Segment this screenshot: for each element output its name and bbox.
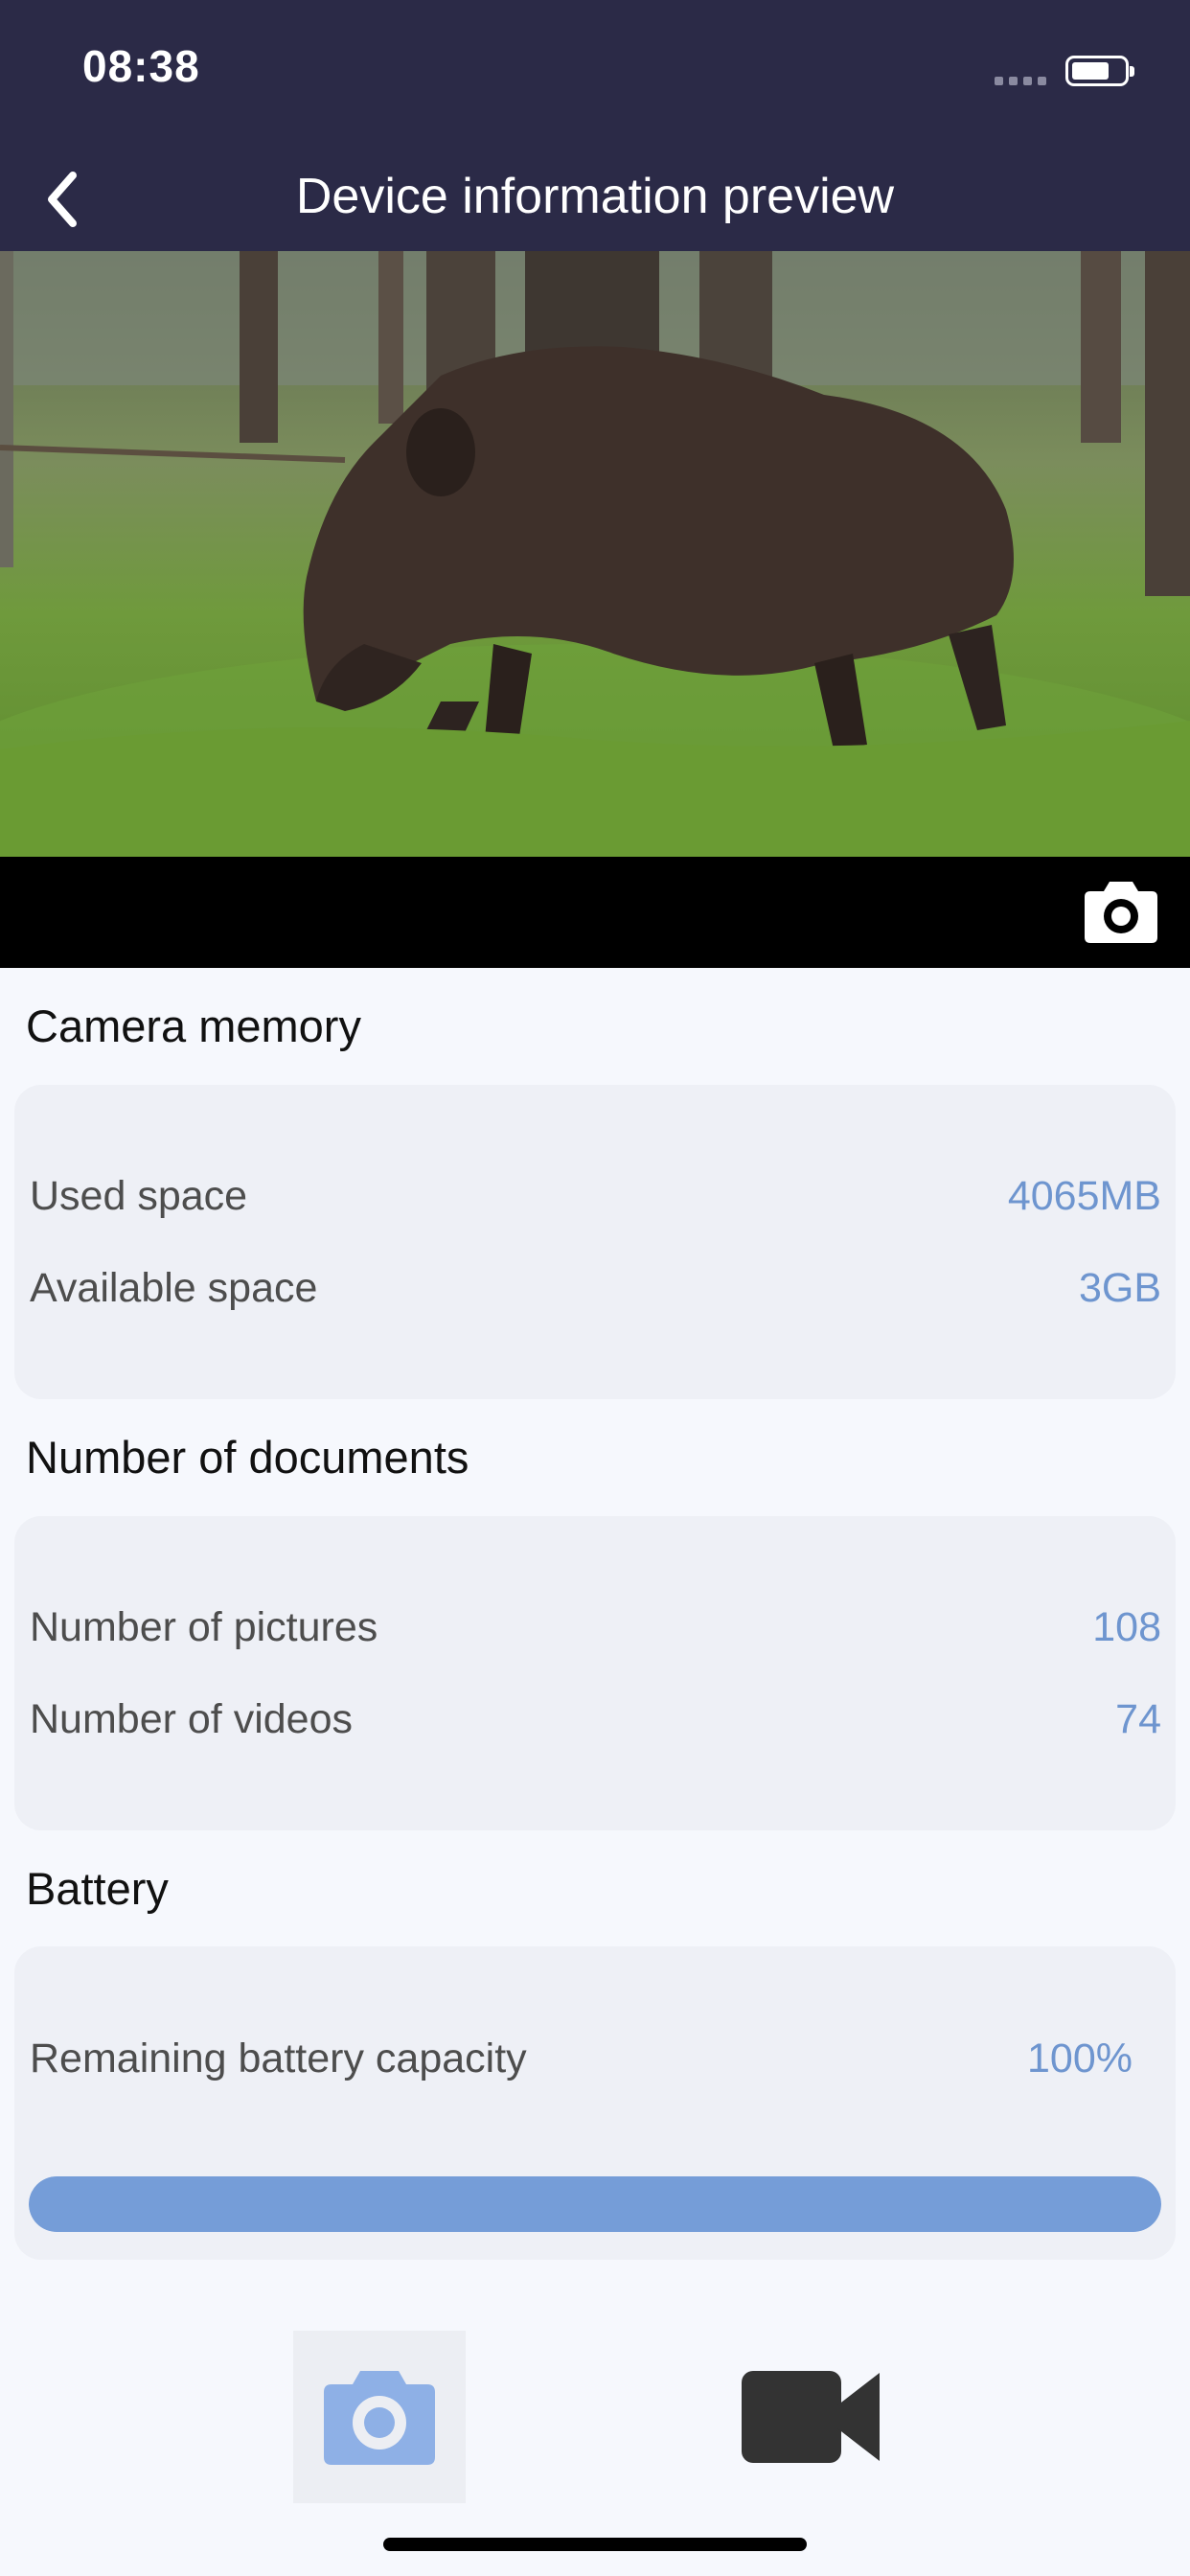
pictures-label: Number of pictures [30, 1603, 378, 1650]
video-mode-button[interactable] [734, 2356, 887, 2478]
camera-icon [324, 2371, 435, 2465]
signal-icon [995, 77, 1046, 85]
pictures-row: Number of pictures 108 [30, 1598, 1161, 1656]
documents-card: Number of pictures 108 Number of videos … [14, 1516, 1176, 1830]
preview-toolbar [0, 857, 1190, 968]
status-time: 08:38 [82, 41, 200, 91]
battery-value: 100% [1027, 2035, 1133, 2082]
battery-title: Battery [26, 1863, 169, 1914]
videos-value: 74 [1115, 1695, 1161, 1742]
camera-memory-card: Used space 4065MB Available space 3GB [14, 1085, 1176, 1399]
home-indicator [383, 2538, 807, 2551]
documents-title: Number of documents [26, 1432, 469, 1483]
available-space-label: Available space [30, 1264, 318, 1311]
available-space-row: Available space 3GB [30, 1259, 1161, 1317]
used-space-value: 4065MB [1007, 1172, 1161, 1219]
battery-status-icon [1065, 56, 1134, 86]
pictures-value: 108 [1092, 1603, 1161, 1650]
videos-row: Number of videos 74 [30, 1690, 1161, 1748]
used-space-row: Used space 4065MB [30, 1167, 1161, 1225]
battery-label: Remaining battery capacity [30, 2035, 527, 2082]
battery-progress-fill [29, 2176, 1161, 2232]
camera-icon [1085, 882, 1157, 943]
camera-preview-image [0, 251, 1190, 857]
battery-progress-bar [29, 2176, 1161, 2232]
videos-label: Number of videos [30, 1695, 353, 1742]
snapshot-button[interactable] [1077, 878, 1165, 947]
top-bar: 08:38 Device information preview [0, 0, 1190, 251]
available-space-value: 3GB [1078, 1264, 1161, 1311]
video-camera-icon [742, 2371, 880, 2463]
battery-card: Remaining battery capacity 100% [14, 1946, 1176, 2260]
camera-memory-title: Camera memory [26, 1000, 361, 1051]
used-space-label: Used space [30, 1172, 248, 1219]
photo-mode-button[interactable] [293, 2331, 466, 2503]
battery-row: Remaining battery capacity 100% [30, 2030, 1133, 2087]
page-title: Device information preview [295, 169, 895, 224]
